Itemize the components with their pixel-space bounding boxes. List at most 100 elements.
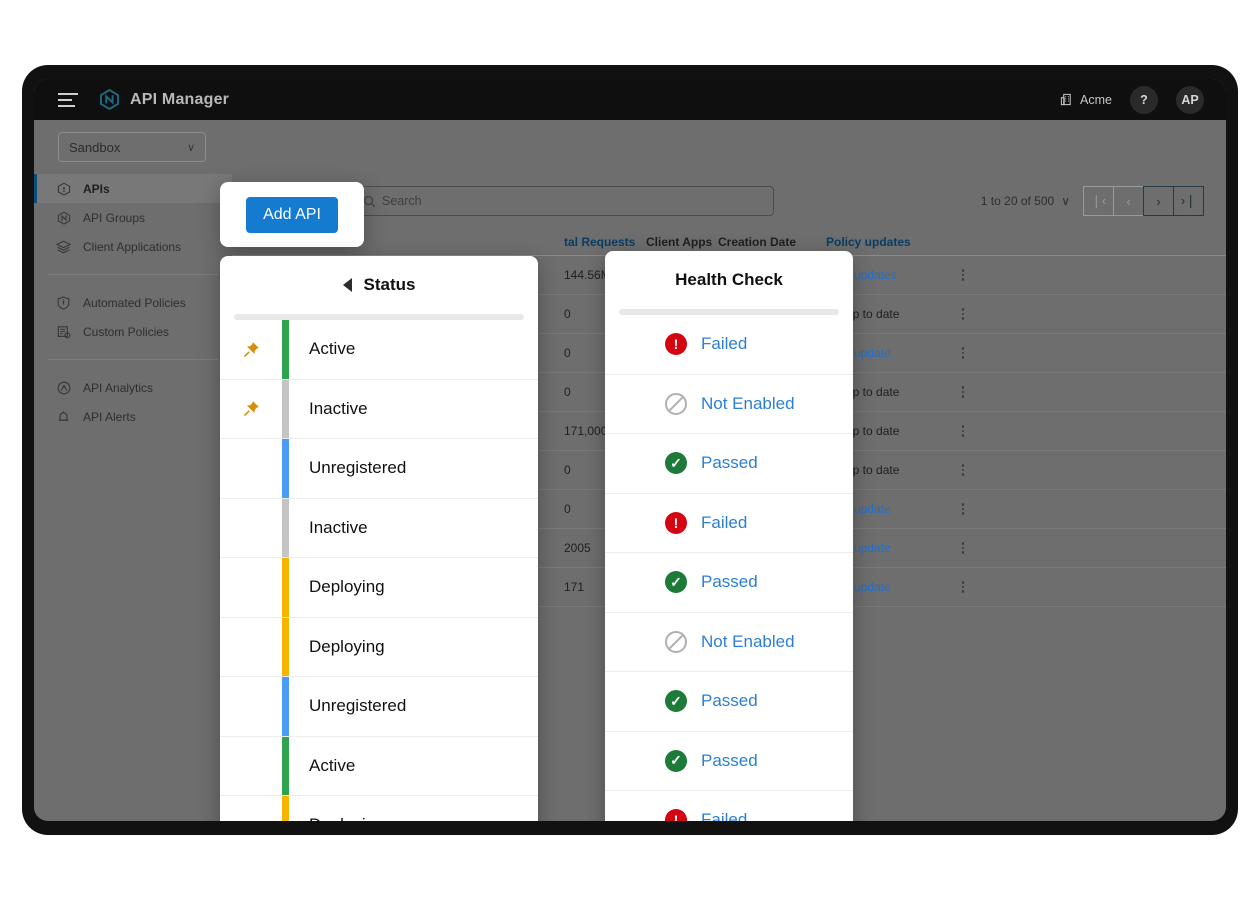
status-label: Active (309, 339, 356, 359)
sidebar-item-client-applications[interactable]: Client Applications (34, 232, 232, 261)
health-check-popover-title: Health Check (605, 251, 853, 309)
status-color-bar (282, 736, 289, 795)
sidebar-item-label: API Analytics (83, 380, 154, 395)
row-actions-button[interactable] (946, 269, 980, 281)
sidebar-divider (48, 359, 218, 360)
health-check-list-item[interactable]: ! Failed (605, 315, 853, 375)
environment-select[interactable]: Sandbox ∨ (58, 132, 206, 162)
sidebar-item-label: Custom Policies (83, 324, 170, 339)
org-switcher[interactable]: Acme (1060, 93, 1112, 107)
status-label: Active (309, 755, 356, 775)
status-color-bar (282, 498, 289, 557)
prev-page-button[interactable]: ‹ (1113, 186, 1144, 216)
sidebar-item-label: API Alerts (83, 409, 136, 424)
column-header-total-requests[interactable]: tal Requests (564, 235, 646, 249)
pushpin-icon[interactable] (220, 340, 282, 359)
chevron-down-icon: ∨ (916, 236, 925, 247)
row-actions-button[interactable] (946, 542, 980, 554)
health-check-list-item[interactable]: Not Enabled (605, 613, 853, 672)
bell-icon (56, 409, 71, 424)
status-label: Inactive (309, 398, 368, 418)
health-check-label: Passed (701, 750, 758, 770)
status-label: Deploying (309, 577, 385, 597)
status-label: Deploying (309, 636, 385, 656)
help-button[interactable]: ? (1130, 85, 1158, 114)
avatar[interactable]: AP (1176, 85, 1204, 114)
app-title: API Manager (130, 90, 230, 108)
column-header-policy-updates[interactable]: Policy updates ∨ (826, 235, 946, 249)
row-actions-button[interactable] (946, 581, 980, 593)
sidebar: APIs API Groups Client Applications Auto… (34, 174, 232, 821)
health-check-popover: Health Check ! Failed Not Enabled ✓ Passed! F… (605, 251, 853, 821)
status-popover-title: Status (220, 256, 538, 314)
add-api-button[interactable]: Add API (246, 196, 338, 233)
health-check-list-item[interactable]: ✓ Passed (605, 553, 853, 613)
row-actions-button[interactable] (946, 425, 980, 437)
row-actions-button[interactable] (946, 386, 980, 398)
back-arrow-icon[interactable] (342, 278, 352, 292)
health-check-label: Not Enabled (701, 393, 795, 413)
column-header-client-apps[interactable]: Client Apps (646, 235, 718, 249)
device-frame: API Manager Acme ? AP Sandbox ∨ APIs API… (22, 65, 1238, 835)
sidebar-item-automated-policies[interactable]: Automated Policies (34, 288, 232, 317)
health-check-list-item[interactable]: ✓ Passed (605, 672, 853, 732)
failed-icon: ! (665, 809, 687, 821)
row-actions-button[interactable] (946, 503, 980, 515)
analytics-icon (56, 380, 71, 395)
health-check-list-item[interactable]: ✓ Passed (605, 434, 853, 494)
page-range-select[interactable]: 1 to 20 of 500 ∨ (981, 194, 1070, 208)
status-list-item[interactable]: Deploying (220, 617, 538, 677)
table-toolbar: Search 1 to 20 of 500 ∨ ❘‹ ‹ › ›❘ (232, 174, 1226, 228)
search-input[interactable]: Search (352, 186, 774, 216)
health-check-label: Failed (701, 512, 748, 532)
sidebar-item-api-analytics[interactable]: API Analytics (34, 373, 232, 402)
column-header-policy-updates-label: Policy updates (826, 234, 911, 249)
not-enabled-icon (665, 630, 687, 653)
status-list-item[interactable]: Deploying (220, 558, 538, 618)
status-list-item[interactable]: Active (220, 320, 538, 380)
row-actions-button[interactable] (946, 464, 980, 476)
status-list-item[interactable]: Inactive (220, 498, 538, 558)
status-list-item[interactable]: Unregistered (220, 677, 538, 737)
hamburger-icon[interactable] (58, 92, 78, 107)
sidebar-item-api-alerts[interactable]: API Alerts (34, 402, 232, 431)
next-page-button[interactable]: › (1143, 186, 1174, 216)
sidebar-item-label: Client Applications (83, 239, 182, 254)
health-check-label: Passed (701, 453, 758, 473)
status-list-item[interactable]: Inactive (220, 379, 538, 439)
kebab-menu-icon (961, 542, 965, 554)
kebab-menu-icon (961, 425, 965, 437)
first-page-button[interactable]: ❘‹ (1083, 186, 1114, 216)
status-list-item[interactable]: Unregistered (220, 439, 538, 499)
pushpin-icon[interactable] (220, 399, 282, 418)
sidebar-item-apis[interactable]: APIs (34, 174, 232, 203)
failed-icon: ! (665, 333, 687, 356)
row-actions-button[interactable] (946, 347, 980, 359)
add-api-popover: Add API (220, 182, 364, 247)
status-color-bar (282, 677, 289, 736)
last-page-button[interactable]: ›❘ (1173, 186, 1204, 216)
row-actions-button[interactable] (946, 308, 980, 320)
shield-icon (56, 295, 71, 310)
health-check-list-item[interactable]: ✓ Passed (605, 732, 853, 791)
status-popover-title-label: Status (363, 275, 416, 294)
top-bar-right: Acme ? AP (1060, 85, 1204, 114)
column-header-creation-date[interactable]: Creation Date (718, 235, 826, 249)
status-list: Active Inactive Unregistered Inactive Deploy… (220, 320, 538, 821)
sidebar-item-api-groups[interactable]: API Groups (34, 203, 232, 232)
pagination: 1 to 20 of 500 ∨ ❘‹ ‹ › ›❘ (981, 186, 1204, 216)
health-check-list-item[interactable]: Not Enabled (605, 375, 853, 434)
health-check-list-item[interactable]: ! Failed (605, 494, 853, 553)
health-check-label: Failed (701, 334, 748, 354)
health-check-list-item[interactable]: ! Failed (605, 791, 853, 821)
passed-icon: ✓ (665, 452, 687, 475)
sidebar-item-label: API Groups (83, 210, 146, 225)
status-list-item[interactable]: Deploying (220, 796, 538, 821)
kebab-menu-icon (961, 308, 965, 320)
status-color-bar (282, 439, 289, 498)
status-label: Inactive (309, 517, 368, 537)
sidebar-item-custom-policies[interactable]: Custom Policies (34, 317, 232, 346)
health-check-label: Failed (701, 810, 748, 821)
kebab-menu-icon (961, 581, 965, 593)
status-list-item[interactable]: Active (220, 736, 538, 796)
